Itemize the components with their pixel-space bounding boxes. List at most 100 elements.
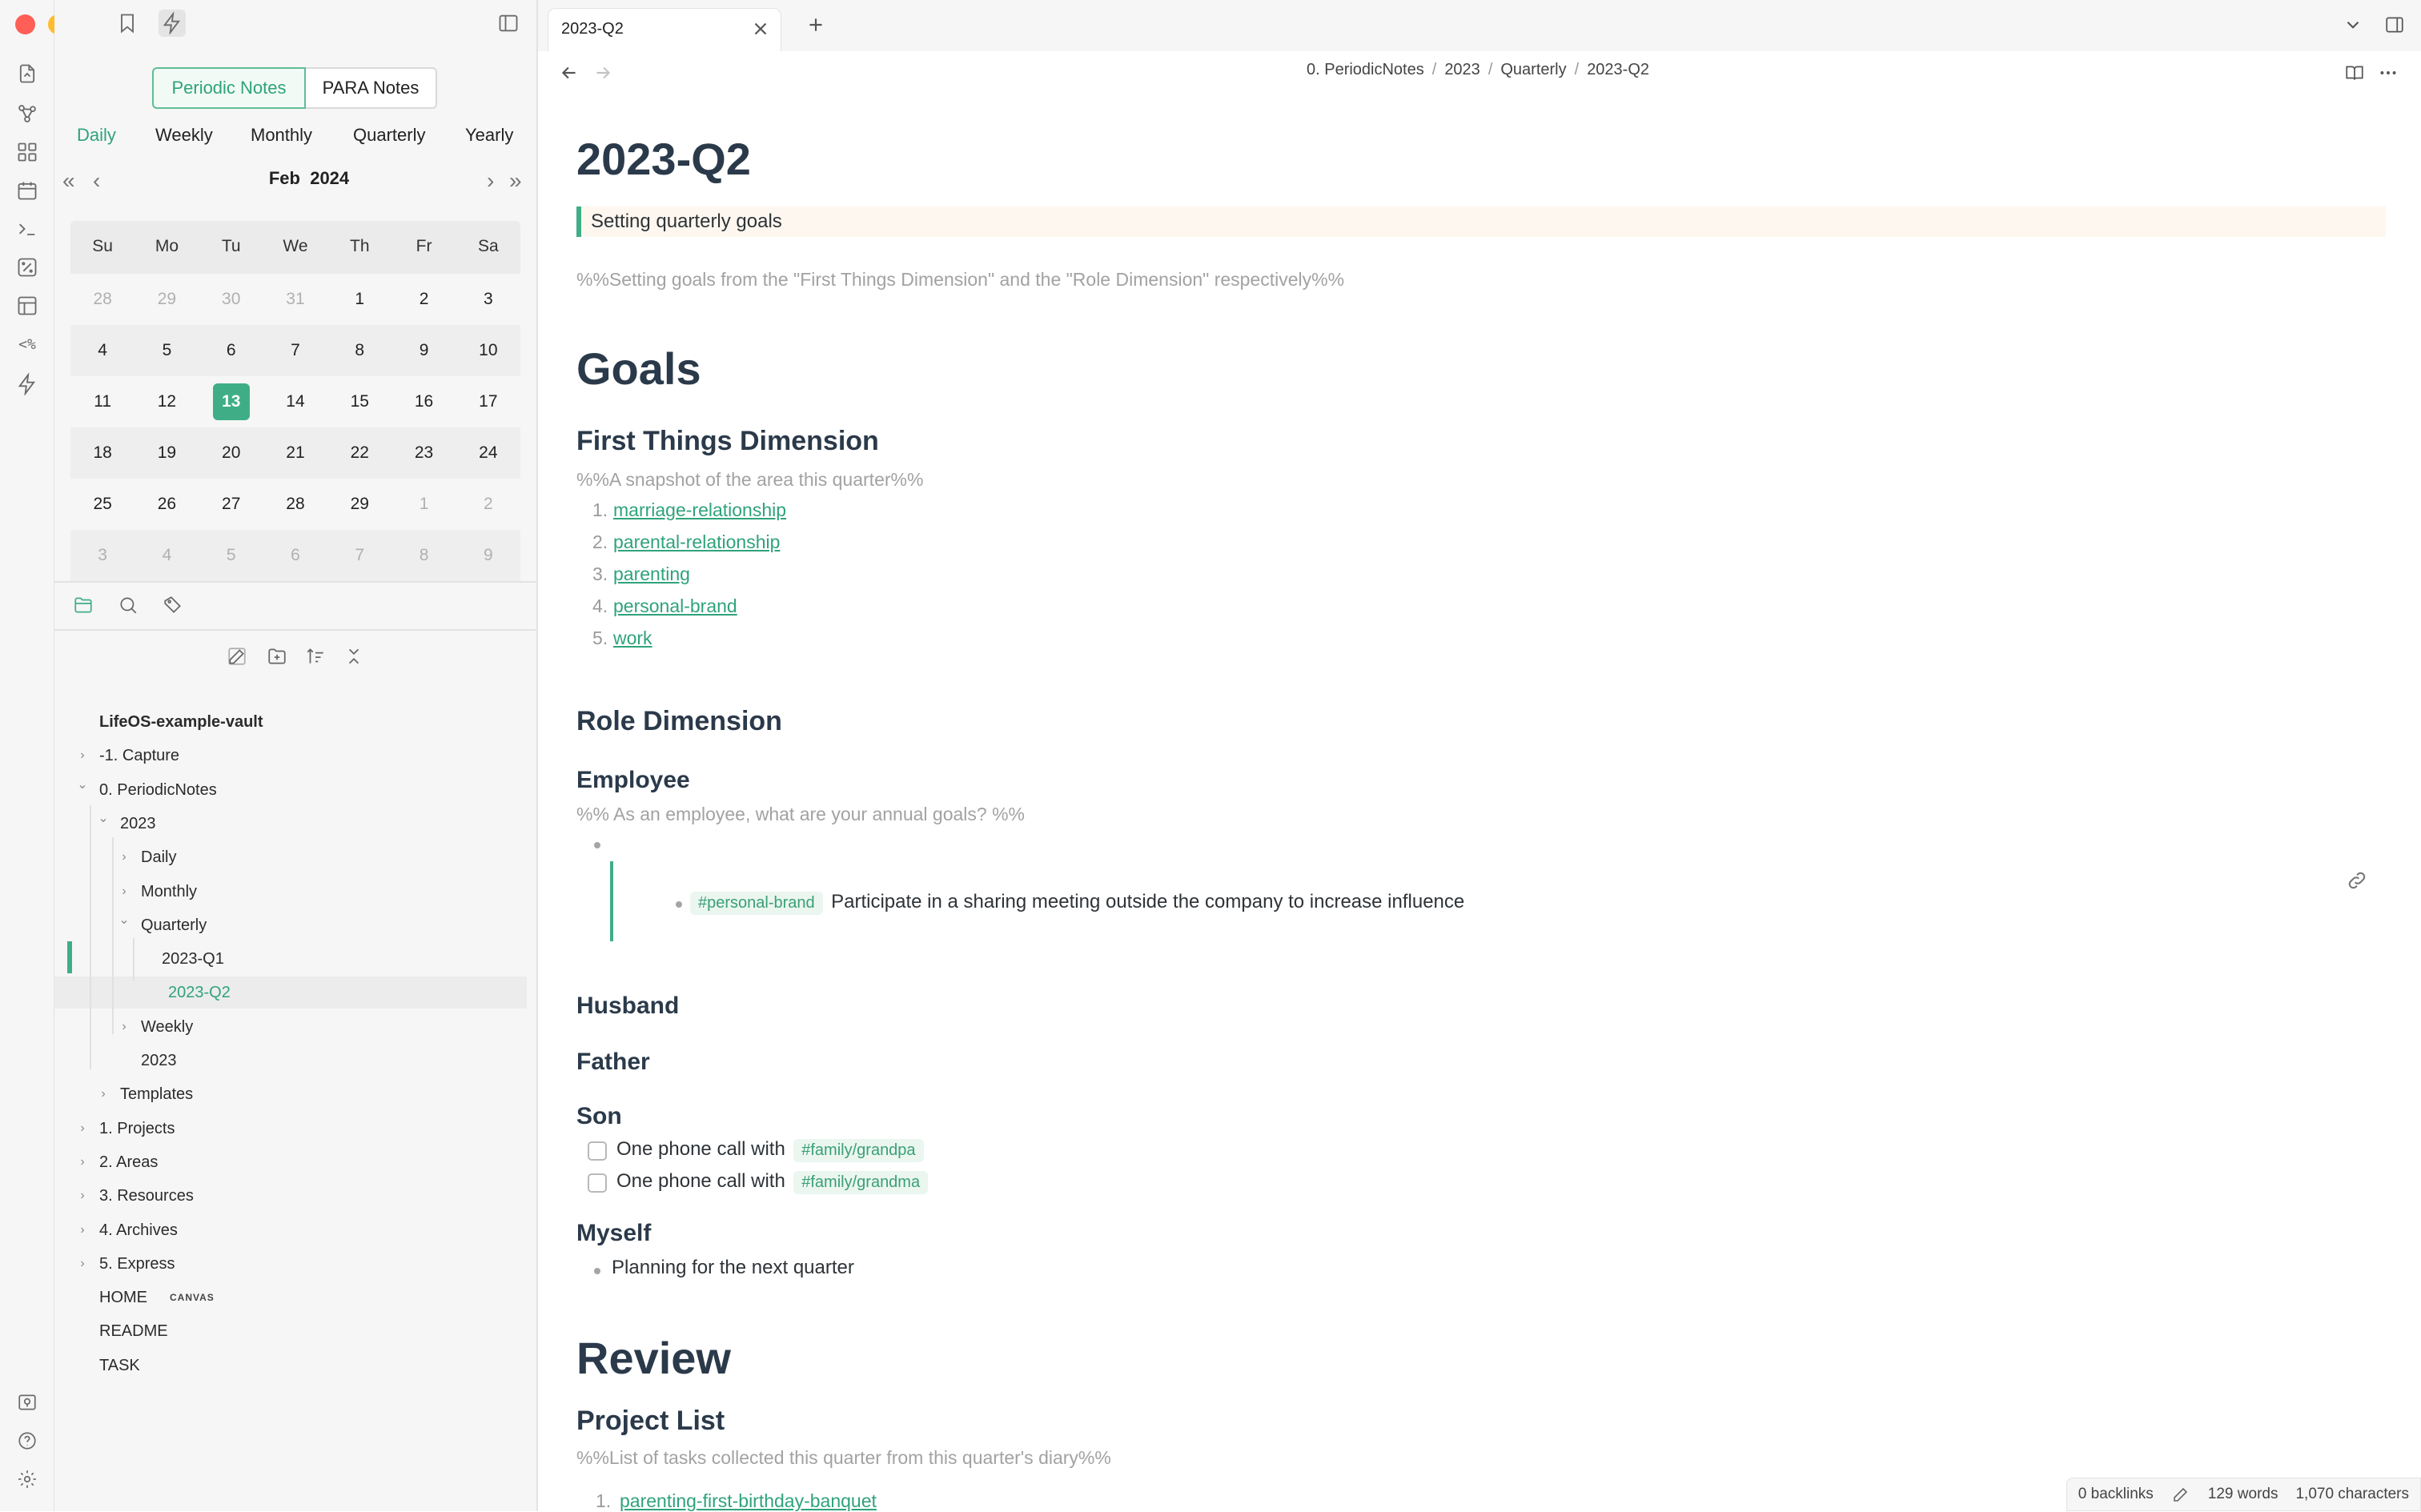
search-icon[interactable]	[115, 592, 141, 618]
forward-arrow-icon[interactable]	[591, 61, 615, 85]
tree-folder[interactable]: › -1. Capture	[54, 740, 527, 772]
tree-folder[interactable]: › 1. Projects	[54, 1113, 527, 1145]
task-checkbox[interactable]	[588, 1141, 607, 1161]
graph-icon[interactable]	[14, 101, 40, 126]
calendar-day[interactable]: 3	[70, 530, 134, 581]
calendar-day[interactable]: 3	[456, 274, 520, 325]
chevron-down-icon[interactable]: ⌄	[74, 769, 91, 801]
new-note-icon[interactable]	[224, 644, 250, 669]
terminal-icon[interactable]	[14, 216, 40, 242]
task-checkbox[interactable]	[588, 1173, 607, 1193]
next-month-button[interactable]: ›	[487, 170, 494, 192]
tree-file[interactable]: 2023-Q2	[54, 977, 527, 1009]
calendar-day[interactable]: 15	[327, 376, 391, 427]
area-link-marriage-relationship[interactable]: marriage-relationship	[613, 499, 786, 521]
chevron-right-icon[interactable]: ›	[74, 1248, 91, 1280]
calendar-day[interactable]: 26	[134, 479, 199, 530]
calendar-day[interactable]: 28	[263, 479, 327, 530]
tree-folder[interactable]: ⌄ Quarterly	[54, 909, 527, 941]
chevron-right-icon[interactable]: ›	[94, 1078, 112, 1110]
calendar-day[interactable]: 14	[263, 376, 327, 427]
calendar-day[interactable]: 4	[70, 325, 134, 376]
breadcrumb-item[interactable]: 2023	[1444, 61, 1480, 78]
calendar-day[interactable]: 17	[456, 376, 520, 427]
breadcrumb-item[interactable]: 0. PeriodicNotes	[1307, 61, 1424, 78]
calendar-day-today[interactable]: 13	[199, 376, 263, 427]
prev-month-button[interactable]: ‹	[93, 170, 100, 192]
tree-folder[interactable]: ⌄ 2023	[54, 808, 527, 840]
chevron-down-icon[interactable]: ⌄	[94, 803, 112, 835]
area-link-work[interactable]: work	[613, 628, 652, 649]
vault-switch-icon[interactable]	[14, 1390, 40, 1415]
breadcrumb-item[interactable]: Quarterly	[1500, 61, 1566, 78]
new-folder-icon[interactable]	[264, 644, 290, 669]
reading-view-icon[interactable]	[2343, 61, 2367, 85]
calendar-day[interactable]: 25	[70, 479, 134, 530]
calendar-day[interactable]: 1	[327, 274, 391, 325]
close-window-button[interactable]	[15, 14, 35, 34]
chevron-right-icon[interactable]: ›	[115, 841, 133, 873]
chevron-right-icon[interactable]: ›	[74, 1113, 91, 1145]
calendar-day[interactable]: 7	[327, 530, 391, 581]
calendar-day[interactable]: 22	[327, 427, 391, 479]
calendar-day[interactable]: 6	[199, 325, 263, 376]
calendar-day[interactable]: 6	[263, 530, 327, 581]
tree-file[interactable]: README	[54, 1315, 527, 1347]
calendar-day[interactable]: 10	[456, 325, 520, 376]
period-tab-monthly[interactable]: Monthly	[251, 125, 312, 146]
calendar-day[interactable]: 11	[70, 376, 134, 427]
period-tab-quarterly[interactable]: Quarterly	[353, 125, 425, 146]
edit-mode-icon[interactable]	[2171, 1485, 2190, 1504]
chevron-right-icon[interactable]: ›	[74, 1214, 91, 1246]
calendar-day[interactable]: 16	[391, 376, 456, 427]
tree-folder[interactable]: › 3. Resources	[54, 1180, 527, 1212]
tag-family-grandma[interactable]: #family/grandma	[793, 1171, 929, 1194]
calendar-day[interactable]: 19	[134, 427, 199, 479]
breadcrumb-current[interactable]: 2023-Q2	[1587, 61, 1649, 78]
new-tab-icon[interactable]	[804, 13, 828, 37]
calendar-day[interactable]: 12	[134, 376, 199, 427]
tab-periodic-notes[interactable]: Periodic Notes	[152, 67, 306, 109]
period-tab-daily[interactable]: Daily	[77, 125, 116, 146]
calendar-day[interactable]: 18	[70, 427, 134, 479]
area-link-parental-relationship[interactable]: parental-relationship	[613, 531, 780, 553]
tree-folder[interactable]: › Monthly	[54, 876, 527, 908]
dashboard-icon[interactable]	[14, 139, 40, 165]
prev-year-button[interactable]: «	[62, 170, 75, 192]
tree-file[interactable]: 2023-Q1	[54, 943, 527, 975]
calendar-day[interactable]: 8	[391, 530, 456, 581]
tree-folder[interactable]: › Daily	[54, 841, 527, 873]
calendar-day[interactable]: 23	[391, 427, 456, 479]
templater-icon[interactable]: <%	[14, 331, 40, 357]
file-explorer-icon[interactable]	[70, 592, 96, 618]
command-icon[interactable]	[14, 371, 40, 397]
chevron-right-icon[interactable]: ›	[74, 740, 91, 772]
open-file-icon[interactable]	[14, 61, 40, 86]
template-icon[interactable]	[14, 293, 40, 319]
calendar-day[interactable]: 20	[199, 427, 263, 479]
tree-folder[interactable]: › 2. Areas	[54, 1146, 527, 1178]
back-arrow-icon[interactable]	[557, 61, 581, 85]
tree-folder[interactable]: › 5. Express	[54, 1248, 527, 1280]
sidebar-toggle-icon[interactable]	[495, 10, 522, 37]
project-link[interactable]: parenting-first-birthday-banquet	[620, 1490, 877, 1512]
calendar-day[interactable]: 5	[134, 325, 199, 376]
lightning-icon[interactable]	[159, 10, 186, 37]
next-year-button[interactable]: »	[509, 170, 522, 192]
tab-para-notes[interactable]: PARA Notes	[306, 67, 437, 109]
tags-icon[interactable]	[160, 592, 186, 618]
calendar-day[interactable]: 1	[391, 479, 456, 530]
tree-folder[interactable]: › 4. Archives	[54, 1214, 527, 1246]
collapse-all-icon[interactable]	[341, 644, 367, 669]
calendar-day[interactable]: 5	[199, 530, 263, 581]
chevron-right-icon[interactable]: ›	[74, 1146, 91, 1178]
calendar-day[interactable]: 28	[70, 274, 134, 325]
area-link-parenting[interactable]: parenting	[613, 563, 690, 585]
calendar-day[interactable]: 9	[456, 530, 520, 581]
bookmark-icon[interactable]	[114, 10, 141, 37]
vault-name[interactable]: LifeOS-example-vault	[54, 706, 527, 738]
calendar-day[interactable]: 21	[263, 427, 327, 479]
calendar-day[interactable]: 2	[391, 274, 456, 325]
calendar-day[interactable]: 8	[327, 325, 391, 376]
tab-2023-q2[interactable]: 2023-Q2	[548, 8, 781, 51]
